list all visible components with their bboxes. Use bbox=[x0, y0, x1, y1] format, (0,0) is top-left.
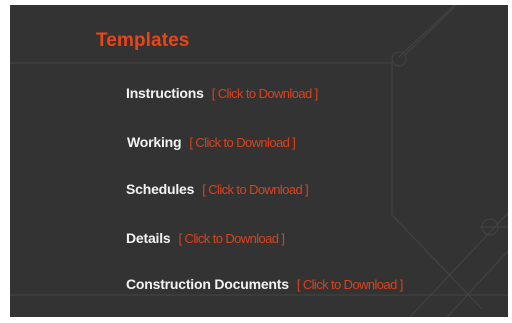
download-row-working: Working [ Click to Download ] bbox=[127, 132, 296, 153]
download-link-construction-documents[interactable]: [ Click to Download ] bbox=[297, 277, 404, 292]
download-label: Instructions bbox=[126, 85, 204, 101]
download-link-schedules[interactable]: [ Click to Download ] bbox=[202, 182, 309, 197]
circuit-line-decoration bbox=[10, 5, 508, 317]
download-link-instructions[interactable]: [ Click to Download ] bbox=[212, 86, 319, 101]
download-link-details[interactable]: [ Click to Download ] bbox=[179, 231, 286, 246]
templates-panel: Templates Instructions [ Click to Downloa… bbox=[10, 5, 508, 317]
download-label: Details bbox=[126, 230, 171, 246]
download-label: Working bbox=[127, 134, 182, 150]
download-row-construction-documents: Construction Documents [ Click to Downloa… bbox=[126, 274, 403, 295]
download-row-schedules: Schedules [ Click to Download ] bbox=[126, 179, 309, 200]
download-link-working[interactable]: [ Click to Download ] bbox=[189, 135, 296, 150]
download-row-instructions: Instructions [ Click to Download ] bbox=[126, 83, 318, 104]
download-row-details: Details [ Click to Download ] bbox=[126, 228, 286, 249]
download-label: Construction Documents bbox=[126, 276, 289, 292]
download-label: Schedules bbox=[126, 181, 195, 197]
page-title: Templates bbox=[96, 30, 190, 51]
